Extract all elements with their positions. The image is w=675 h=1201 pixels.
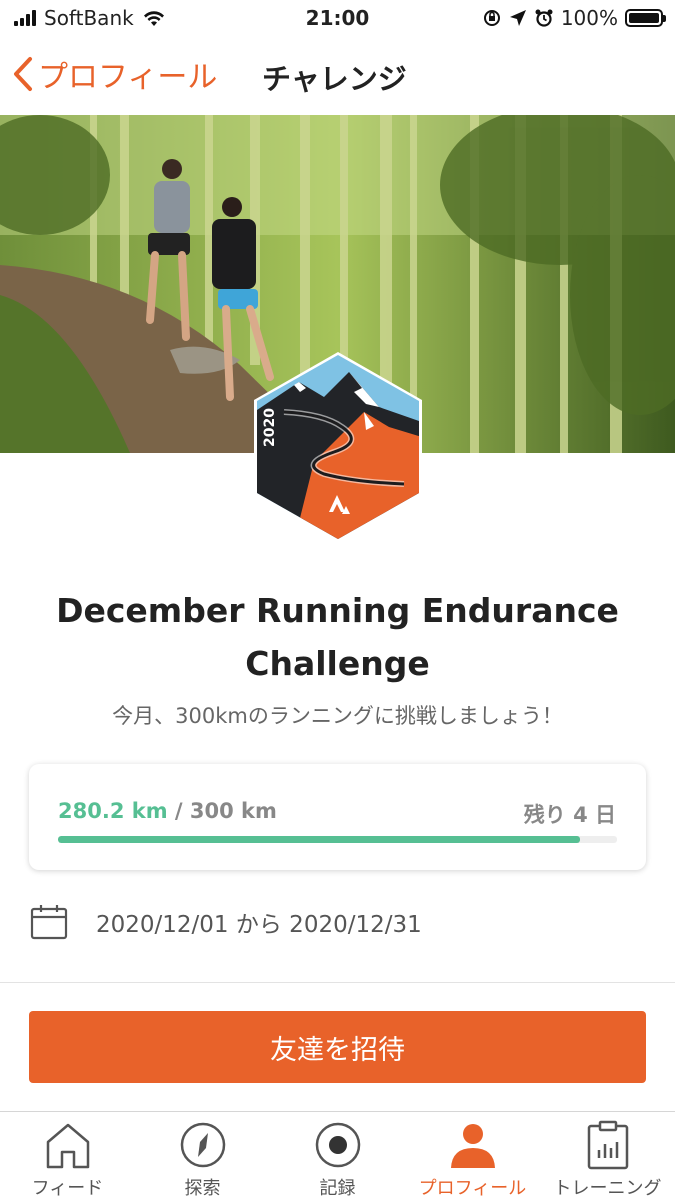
tab-label: フィード bbox=[31, 1178, 104, 1199]
record-icon bbox=[315, 1122, 360, 1168]
calendar-icon bbox=[30, 905, 68, 940]
orientation-lock-icon bbox=[483, 10, 500, 26]
tab-training[interactable]: トレーニング bbox=[540, 1112, 675, 1201]
progress-bar-fill bbox=[58, 836, 581, 843]
invite-friends-button[interactable]: 友達を招待 bbox=[29, 1011, 646, 1083]
progress-card: 280.2 km / 300 km 残り 4 日 bbox=[29, 764, 646, 870]
tab-explore[interactable]: 探索 bbox=[135, 1112, 270, 1201]
progress-current: 280.2 km bbox=[58, 799, 168, 823]
date-range: 2020/12/01 から 2020/12/31 bbox=[96, 912, 422, 938]
status-bar: SoftBank 21:00 100% bbox=[0, 0, 675, 38]
battery-percent: 100% bbox=[560, 6, 618, 30]
tab-label: 記録 bbox=[319, 1178, 356, 1199]
progress-bar bbox=[58, 836, 617, 843]
tab-bar: フィード 探索 記録 プロフィール トレーニング bbox=[0, 1111, 675, 1201]
progress-separator: / bbox=[167, 799, 190, 823]
back-button[interactable]: プロフィール bbox=[12, 52, 217, 96]
challenge-subtitle: 今月、300kmのランニングに挑戦しましょう！ bbox=[112, 704, 563, 728]
chevron-left-icon bbox=[14, 57, 32, 91]
clipboard-chart-icon bbox=[587, 1120, 628, 1170]
tab-label: トレーニング bbox=[553, 1178, 662, 1199]
days-remaining: 残り 4 日 bbox=[523, 803, 616, 827]
person-icon bbox=[450, 1124, 495, 1168]
progress-text: 280.2 km / 300 km bbox=[58, 799, 277, 823]
tab-label: 探索 bbox=[184, 1178, 221, 1199]
progress-goal: 300 km bbox=[189, 799, 277, 823]
tab-label: プロフィール bbox=[418, 1178, 527, 1199]
back-label: プロフィール bbox=[38, 60, 218, 95]
divider bbox=[0, 982, 675, 983]
date-range-row: 2020/12/01 から 2020/12/31 bbox=[30, 904, 422, 940]
navigation-bar: プロフィール チャレンジ bbox=[0, 38, 675, 114]
page-title: チャレンジ bbox=[262, 62, 407, 96]
compass-icon bbox=[180, 1122, 225, 1168]
challenge-badge: 2020 bbox=[254, 352, 422, 542]
battery-icon bbox=[625, 9, 666, 27]
alarm-icon bbox=[535, 9, 553, 27]
tab-feed[interactable]: フィード bbox=[0, 1112, 135, 1201]
tab-record[interactable]: 記録 bbox=[270, 1112, 405, 1201]
location-icon bbox=[509, 10, 526, 26]
challenge-title: December Running Endurance Challenge bbox=[56, 591, 619, 683]
badge-year: 2020 bbox=[262, 408, 278, 447]
home-icon bbox=[46, 1123, 89, 1169]
tab-profile[interactable]: プロフィール bbox=[405, 1112, 540, 1201]
